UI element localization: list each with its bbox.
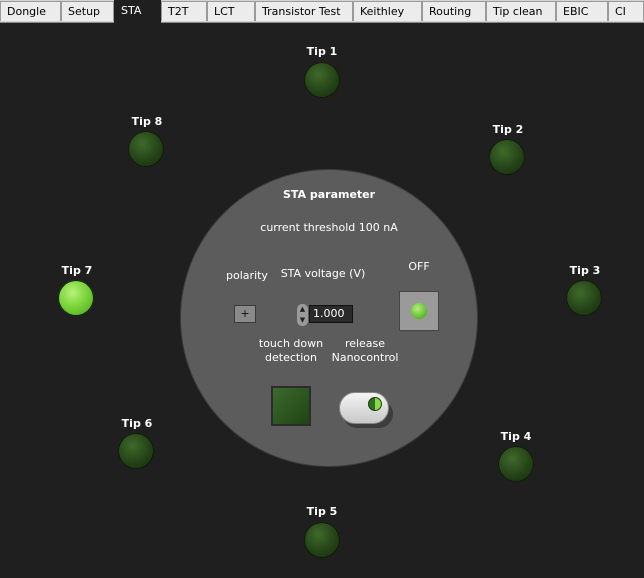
touch-down-label-line1: touch down — [258, 337, 324, 350]
tab-sta[interactable]: STA — [114, 0, 161, 23]
tip-7-label: Tip 7 — [61, 264, 93, 277]
release-label-line1: release — [344, 337, 386, 350]
tab-transistor-test[interactable]: Transistor Test — [255, 1, 353, 21]
tip-6-label: Tip 6 — [121, 417, 153, 430]
release-nanocontrol-toggle[interactable] — [339, 388, 393, 430]
sta-voltage-input[interactable]: 1.000 — [309, 305, 353, 323]
sta-voltage-label: STA voltage (V) — [280, 267, 366, 280]
polarity-toggle[interactable]: + — [234, 305, 256, 323]
toggle-indicator-icon — [368, 397, 382, 411]
sta-off-button[interactable] — [399, 291, 439, 331]
tab-bar: Dongle Setup STA T2T LCT Transistor Test… — [0, 0, 644, 23]
tip-5-label: Tip 5 — [306, 505, 338, 518]
current-threshold-label: current threshold 100 nA — [260, 221, 398, 234]
voltage-spinner[interactable]: ▲ ▼ — [297, 304, 308, 326]
toggle-body — [339, 392, 389, 424]
tab-keithley[interactable]: Keithley — [353, 1, 422, 21]
tip-2-led[interactable] — [489, 139, 525, 175]
tab-lct[interactable]: LCT — [207, 1, 255, 21]
release-nanocontrol-label: release Nanocontrol — [323, 337, 407, 365]
tab-tip-clean[interactable]: Tip clean — [486, 1, 556, 21]
tip-4-label: Tip 4 — [500, 430, 532, 443]
tab-t2t[interactable]: T2T — [161, 1, 207, 21]
tip-7-led[interactable] — [58, 280, 94, 316]
touch-down-label: touch down detection — [251, 337, 331, 365]
tip-1-label: Tip 1 — [306, 45, 338, 58]
sta-title: STA parameter — [282, 188, 376, 201]
touch-down-detection-button[interactable] — [271, 386, 311, 426]
tip-5-led[interactable] — [304, 522, 340, 558]
decrement-arrow-icon[interactable]: ▼ — [297, 315, 308, 326]
tip-3-label: Tip 3 — [569, 264, 601, 277]
sta-panel: Tip 1 Tip 2 Tip 3 Tip 4 Tip 5 Tip 6 Tip … — [0, 23, 644, 578]
increment-arrow-icon[interactable]: ▲ — [297, 304, 308, 315]
tip-4-led[interactable] — [498, 446, 534, 482]
tip-8-led[interactable] — [128, 131, 164, 167]
sta-parameter-panel: STA parameter current threshold 100 nA p… — [180, 169, 478, 467]
tip-6-led[interactable] — [118, 433, 154, 469]
touch-down-label-line2: detection — [265, 351, 317, 364]
tab-dongle[interactable]: Dongle — [0, 1, 61, 21]
tip-2-label: Tip 2 — [492, 123, 524, 136]
tab-ci[interactable]: CI — [608, 1, 644, 21]
off-label: OFF — [408, 260, 430, 273]
tab-setup[interactable]: Setup — [61, 1, 114, 21]
tip-8-label: Tip 8 — [131, 115, 163, 128]
tab-routing[interactable]: Routing — [422, 1, 486, 21]
status-led-icon — [411, 303, 427, 319]
tab-ebic[interactable]: EBIC — [556, 1, 608, 21]
tip-1-led[interactable] — [304, 62, 340, 98]
tip-3-led[interactable] — [566, 280, 602, 316]
polarity-label: polarity — [226, 269, 268, 282]
release-label-line2: Nanocontrol — [331, 351, 399, 364]
